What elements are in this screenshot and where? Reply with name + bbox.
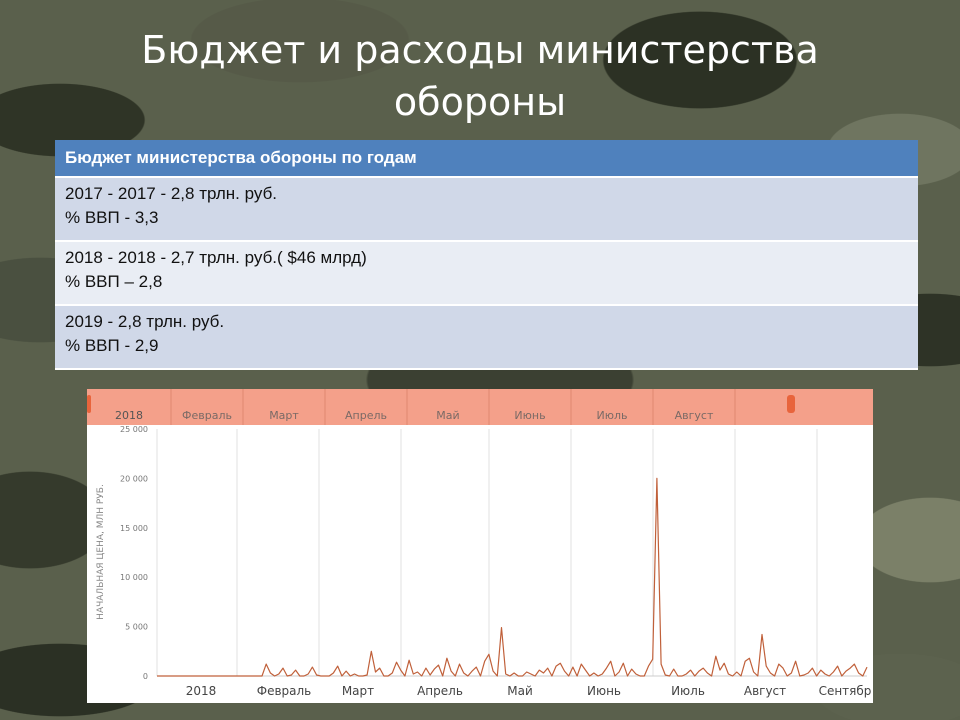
- spending-chart-svg: 2018 Февраль Март Апрель Май Июнь Июль Август 25…: [87, 389, 873, 698]
- y-tick-label: 15 000: [120, 524, 148, 533]
- x-tick-label: Июнь: [587, 684, 621, 698]
- spending-chart: 2018 Февраль Март Апрель Май Июнь Июль Август 25…: [87, 389, 873, 703]
- navigator-right-handle[interactable]: [787, 395, 795, 413]
- row-gdp-line: % ВВП – 2,8: [65, 272, 163, 291]
- y-tick-label: 25 000: [120, 425, 148, 434]
- table-cell: 2019 - 2,8 трлн. руб. % ВВП - 2,9: [55, 305, 918, 370]
- x-tick-label: Май: [507, 684, 533, 698]
- x-tick-label: Август: [744, 684, 786, 698]
- x-tick-label: 2018: [186, 684, 217, 698]
- slide-title-line-2: обороны: [393, 80, 567, 124]
- series-line: [157, 477, 868, 677]
- slide-title: Бюджет и расходы министерства обороны: [0, 24, 960, 128]
- navigator-label: Май: [436, 409, 459, 422]
- y-axis-label: НАЧАЛЬНАЯ ЦЕНА, МЛН РУБ.: [96, 484, 106, 620]
- navigator-label: 2018: [115, 409, 143, 422]
- x-tick-label: Март: [342, 684, 374, 698]
- budget-table-header: Бюджет министерства обороны по годам: [55, 140, 918, 178]
- table-row: 2019 - 2,8 трлн. руб. % ВВП - 2,9: [55, 305, 918, 370]
- y-tick-label: 5 000: [125, 623, 148, 632]
- slide-title-line-1: Бюджет и расходы министерства: [141, 28, 819, 72]
- navigator-left-handle[interactable]: [87, 395, 91, 413]
- navigator-label: Март: [269, 409, 299, 422]
- row-gdp-line: % ВВП - 3,3: [65, 208, 159, 227]
- y-tick-label: 10 000: [120, 573, 148, 582]
- row-budget-line: 2019 - 2,8 трлн. руб.: [65, 312, 225, 331]
- navigator-label: Июнь: [514, 409, 545, 422]
- row-budget-line: 2017 - 2017 - 2,8 трлн. руб.: [65, 184, 278, 203]
- table-row: 2017 - 2017 - 2,8 трлн. руб. % ВВП - 3,3: [55, 177, 918, 242]
- navigator-label: Август: [675, 409, 714, 422]
- x-tick-label: Июль: [671, 684, 705, 698]
- x-tick-label: Апрель: [417, 684, 463, 698]
- navigator-label: Апрель: [345, 409, 387, 422]
- budget-table: Бюджет министерства обороны по годам 201…: [55, 140, 918, 370]
- table-cell: 2017 - 2017 - 2,8 трлн. руб. % ВВП - 3,3: [55, 177, 918, 242]
- navigator-label: Февраль: [182, 409, 232, 422]
- x-tick-label: Сентябр: [819, 684, 872, 698]
- table-cell: 2018 - 2018 - 2,7 трлн. руб.( $46 млрд) …: [55, 241, 918, 306]
- y-tick-label: 20 000: [120, 474, 148, 483]
- row-gdp-line: % ВВП - 2,9: [65, 336, 159, 355]
- x-tick-label: Февраль: [257, 684, 312, 698]
- table-row: 2018 - 2018 - 2,7 трлн. руб.( $46 млрд) …: [55, 241, 918, 306]
- y-tick-label: 0: [143, 672, 148, 681]
- row-budget-line: 2018 - 2018 - 2,7 трлн. руб.( $46 млрд): [65, 248, 367, 267]
- navigator-label: Июль: [596, 409, 627, 422]
